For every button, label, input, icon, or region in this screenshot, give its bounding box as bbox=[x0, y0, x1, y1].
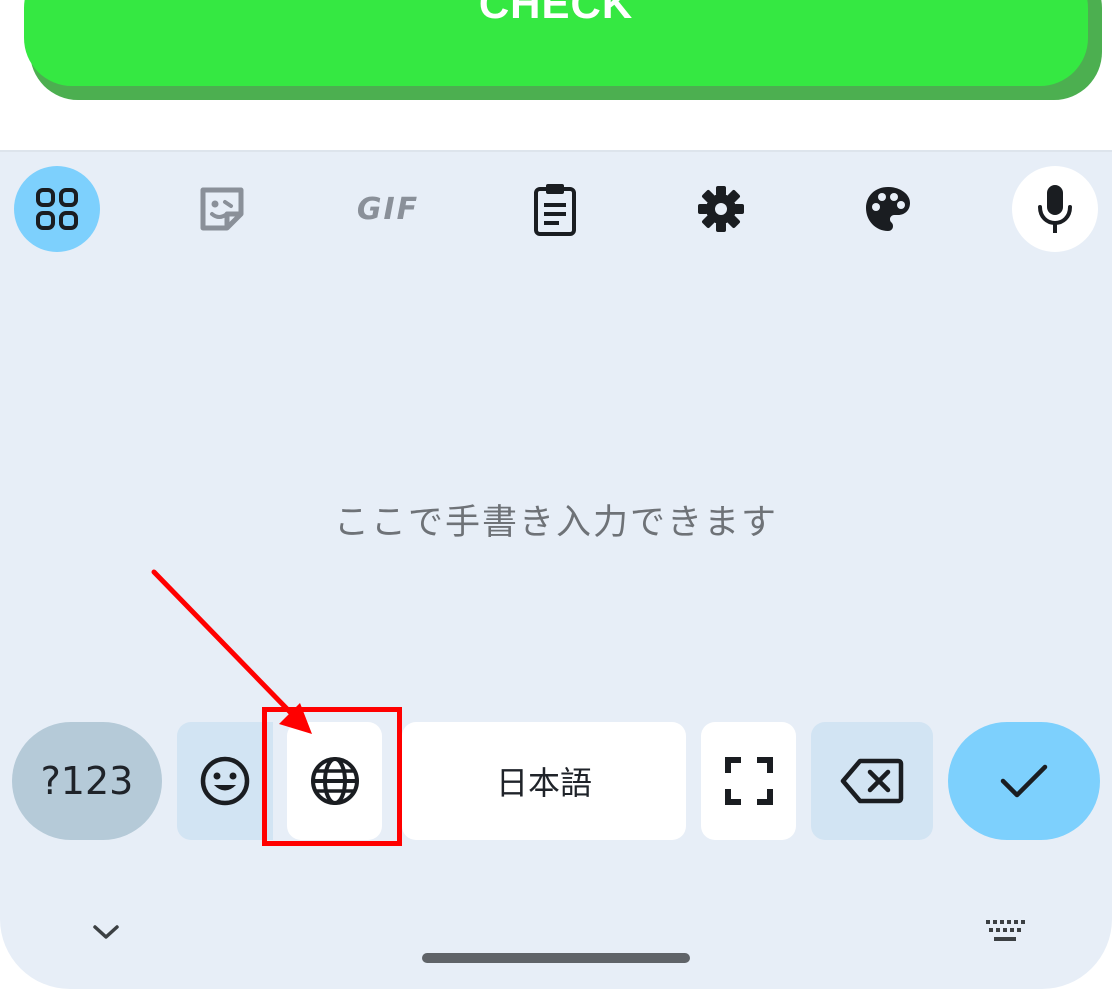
globe-icon bbox=[310, 757, 359, 805]
keyboard-icon bbox=[986, 920, 1025, 941]
sticker-button[interactable] bbox=[179, 166, 265, 252]
chevron-down-icon bbox=[93, 925, 119, 939]
fullscreen-icon bbox=[724, 757, 773, 805]
fullscreen-key[interactable] bbox=[701, 722, 796, 840]
backspace-key[interactable] bbox=[811, 722, 933, 840]
clipboard-icon bbox=[534, 184, 576, 236]
space-key[interactable]: 日本語 bbox=[402, 722, 686, 840]
apps-button[interactable] bbox=[14, 166, 100, 252]
microphone-icon bbox=[1038, 185, 1072, 233]
switch-keyboard-button[interactable] bbox=[975, 912, 1035, 952]
palette-icon bbox=[866, 187, 910, 231]
theme-button[interactable] bbox=[845, 166, 931, 252]
clipboard-button[interactable] bbox=[512, 166, 598, 252]
voice-input-button[interactable] bbox=[1012, 166, 1098, 252]
home-indicator[interactable] bbox=[422, 953, 690, 963]
check-button-label: CHECK bbox=[478, 0, 634, 27]
space-key-label: 日本語 bbox=[495, 764, 592, 802]
enter-key[interactable] bbox=[948, 722, 1100, 840]
collapse-keyboard-button[interactable] bbox=[76, 912, 136, 952]
gif-button[interactable]: GIF bbox=[345, 166, 431, 252]
grid-apps-icon bbox=[36, 188, 78, 230]
gear-icon bbox=[698, 186, 744, 232]
handwriting-placeholder: ここで手書き入力できます bbox=[333, 503, 778, 543]
backspace-icon bbox=[840, 758, 904, 804]
sticker-icon bbox=[200, 187, 244, 231]
checkmark-icon bbox=[1000, 764, 1048, 798]
smiley-icon bbox=[200, 756, 250, 806]
settings-button[interactable] bbox=[678, 166, 764, 252]
emoji-key[interactable] bbox=[177, 722, 273, 840]
language-switch-key[interactable] bbox=[287, 722, 382, 840]
symbols-key-label: ?123 bbox=[40, 759, 134, 803]
keyboard-panel: GIF ここで手書き入力できます ?123 日本語 bbox=[0, 150, 1112, 989]
gif-label: GIF bbox=[356, 191, 420, 227]
symbols-key[interactable]: ?123 bbox=[12, 722, 162, 840]
check-button[interactable]: CHECK bbox=[24, 0, 1088, 86]
